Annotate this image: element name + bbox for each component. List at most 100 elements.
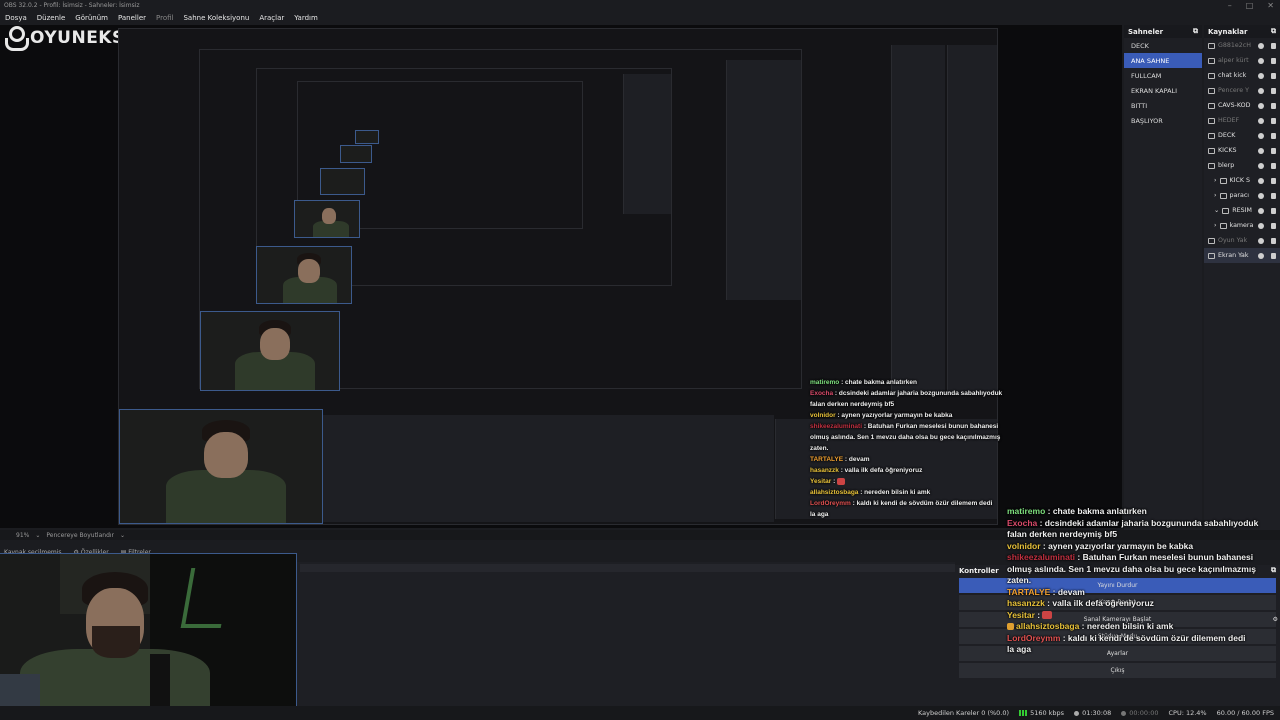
visibility-eye-icon[interactable] xyxy=(1258,192,1264,199)
visibility-eye-icon[interactable] xyxy=(1258,222,1264,229)
window-titlebar: OBS 32.0.2 - Profil: İsimsiz - Sahneler:… xyxy=(0,0,1280,11)
preview-canvas[interactable]: OYUNEKS matiremo: chate bakma anlatırke… xyxy=(0,25,1122,528)
source-item[interactable]: blerp xyxy=(1204,158,1280,173)
source-item[interactable]: › KİCK S xyxy=(1204,173,1280,188)
logo: OYUNEKS xyxy=(4,26,125,51)
visibility-eye-icon[interactable] xyxy=(1258,72,1264,79)
chevron-down-icon[interactable]: ⌄ xyxy=(1214,207,1219,214)
source-item[interactable]: KİCKS xyxy=(1204,143,1280,158)
minimize-icon[interactable]: – xyxy=(1228,1,1232,10)
scene-item-fullcam[interactable]: FULLCAM xyxy=(1124,68,1202,83)
chat-line: zaten. xyxy=(1007,575,1032,585)
lock-icon[interactable] xyxy=(1271,162,1276,169)
menu-araclar[interactable]: Araçlar xyxy=(258,14,285,22)
chat-user: allahsiztosbaga xyxy=(1016,621,1080,631)
lock-icon[interactable] xyxy=(1271,132,1276,139)
lock-icon[interactable] xyxy=(1271,42,1276,49)
visibility-eye-icon[interactable] xyxy=(1258,177,1264,184)
zoom-dropdown-icon[interactable]: ⌄ xyxy=(35,532,40,539)
nested-webcam-1 xyxy=(256,246,352,304)
maximize-icon[interactable]: □ xyxy=(1246,1,1254,10)
dock-undock-icon[interactable]: ⧉ xyxy=(1193,27,1198,36)
chevron-right-icon[interactable]: › xyxy=(1214,177,1217,184)
lock-icon[interactable] xyxy=(1271,87,1276,94)
lock-icon[interactable] xyxy=(1271,192,1276,199)
source-item[interactable]: CAVS-KOD xyxy=(1204,98,1280,113)
visibility-eye-icon[interactable] xyxy=(1258,42,1264,49)
lock-icon[interactable] xyxy=(1271,147,1276,154)
visibility-eye-icon[interactable] xyxy=(1258,117,1264,124)
scene-item-deck[interactable]: DECK xyxy=(1124,38,1202,53)
source-item[interactable]: DECK xyxy=(1204,128,1280,143)
scenes-header: Sahneler ⧉ xyxy=(1124,25,1202,38)
menu-sahne-koleksiyonu[interactable]: Sahne Koleksiyonu xyxy=(182,14,250,22)
chat-line: Exocha : dcsindeki adamlar jaharia bozgu… xyxy=(1007,517,1259,528)
scene-item-basliyor[interactable]: BAŞLIYOR xyxy=(1124,113,1202,128)
chat-line: allahsiztosbaga : nereden bilsin ki amk xyxy=(810,489,931,496)
source-item[interactable]: alper kürt xyxy=(1204,53,1280,68)
visibility-eye-icon[interactable] xyxy=(1258,162,1264,169)
lock-icon[interactable] xyxy=(1271,222,1276,229)
visibility-eye-icon[interactable] xyxy=(1258,57,1264,64)
lock-icon[interactable] xyxy=(1271,252,1276,259)
nested-docks-2 xyxy=(726,60,801,300)
visibility-eye-icon[interactable] xyxy=(1258,207,1264,214)
live-dot-icon xyxy=(1074,710,1080,716)
chevron-right-icon[interactable]: › xyxy=(1214,222,1217,229)
scene-item-bitti[interactable]: BITTI xyxy=(1124,98,1202,113)
visibility-eye-icon[interactable] xyxy=(1258,132,1264,139)
chat-user: TARTALYE xyxy=(1007,586,1051,597)
nested-docks-3 xyxy=(623,74,671,214)
chat-line: shikeezaluminati : Batuhan Furkan mesele… xyxy=(810,423,999,430)
zoom-level[interactable]: 91% xyxy=(16,532,29,539)
source-item[interactable]: Pencere Y xyxy=(1204,83,1280,98)
menu-dosya[interactable]: Dosya xyxy=(4,14,28,22)
emote-icon xyxy=(1042,611,1053,620)
fit-to-window[interactable]: Pencereye Boyutlandır xyxy=(46,532,114,539)
exit-button[interactable]: Çıkış xyxy=(959,663,1276,678)
source-item[interactable]: › kamera xyxy=(1204,218,1280,233)
source-item[interactable]: Oyun Yak xyxy=(1204,233,1280,248)
lock-icon[interactable] xyxy=(1271,57,1276,64)
source-item[interactable]: ⌄ RESİM xyxy=(1204,203,1280,218)
emote-icon xyxy=(837,477,846,485)
chat-user: shikeezaluminati xyxy=(1007,552,1076,562)
menu-profil[interactable]: Profil xyxy=(155,14,174,22)
menu-paneller[interactable]: Paneller xyxy=(117,14,147,22)
dock-undock-icon[interactable]: ⧉ xyxy=(1271,566,1276,575)
source-item[interactable]: G881e2cH xyxy=(1204,38,1280,53)
source-item[interactable]: › paracı xyxy=(1204,188,1280,203)
lock-icon[interactable] xyxy=(1271,117,1276,124)
fps: 60.00 / 60.00 FPS xyxy=(1216,709,1274,717)
logo-mark-icon xyxy=(4,26,29,51)
menu-duzenle[interactable]: Düzenle xyxy=(36,14,67,22)
folder-icon xyxy=(1219,192,1227,199)
close-icon[interactable]: ✕ xyxy=(1267,1,1274,10)
gear-icon[interactable]: ⚙ xyxy=(1273,616,1278,623)
webcam-feed xyxy=(0,553,297,720)
sources-header: Kaynaklar ⧉ xyxy=(1204,25,1280,38)
chevron-down-icon[interactable]: ⌄ xyxy=(120,532,125,539)
source-item[interactable]: HEDEF xyxy=(1204,113,1280,128)
scene-item-ana-sahne[interactable]: ANA SAHNE xyxy=(1124,53,1202,68)
menu-yardim[interactable]: Yardım xyxy=(293,14,319,22)
dock-undock-icon[interactable]: ⧉ xyxy=(1271,27,1276,36)
source-item[interactable]: chat kick xyxy=(1204,68,1280,83)
visibility-eye-icon[interactable] xyxy=(1258,87,1264,94)
visibility-eye-icon[interactable] xyxy=(1258,237,1264,244)
lock-icon[interactable] xyxy=(1271,102,1276,109)
chevron-right-icon[interactable]: › xyxy=(1214,192,1217,199)
lock-icon[interactable] xyxy=(1271,237,1276,244)
visibility-eye-icon[interactable] xyxy=(1258,102,1264,109)
lock-icon[interactable] xyxy=(1271,177,1276,184)
folder-icon xyxy=(1219,222,1227,229)
visibility-eye-icon[interactable] xyxy=(1258,147,1264,154)
source-item[interactable]: Ekran Yak xyxy=(1204,248,1280,263)
lock-icon[interactable] xyxy=(1271,207,1276,214)
badge-icon xyxy=(1007,623,1014,631)
visibility-eye-icon[interactable] xyxy=(1258,252,1264,259)
lock-icon[interactable] xyxy=(1271,72,1276,79)
scene-item-ekran-kapali[interactable]: EKRAN KAPALI xyxy=(1124,83,1202,98)
menu-gorunum[interactable]: Görünüm xyxy=(74,14,109,22)
sources-dock: Kaynaklar ⧉ G881e2cH alper kürt chat kic… xyxy=(1204,25,1280,530)
